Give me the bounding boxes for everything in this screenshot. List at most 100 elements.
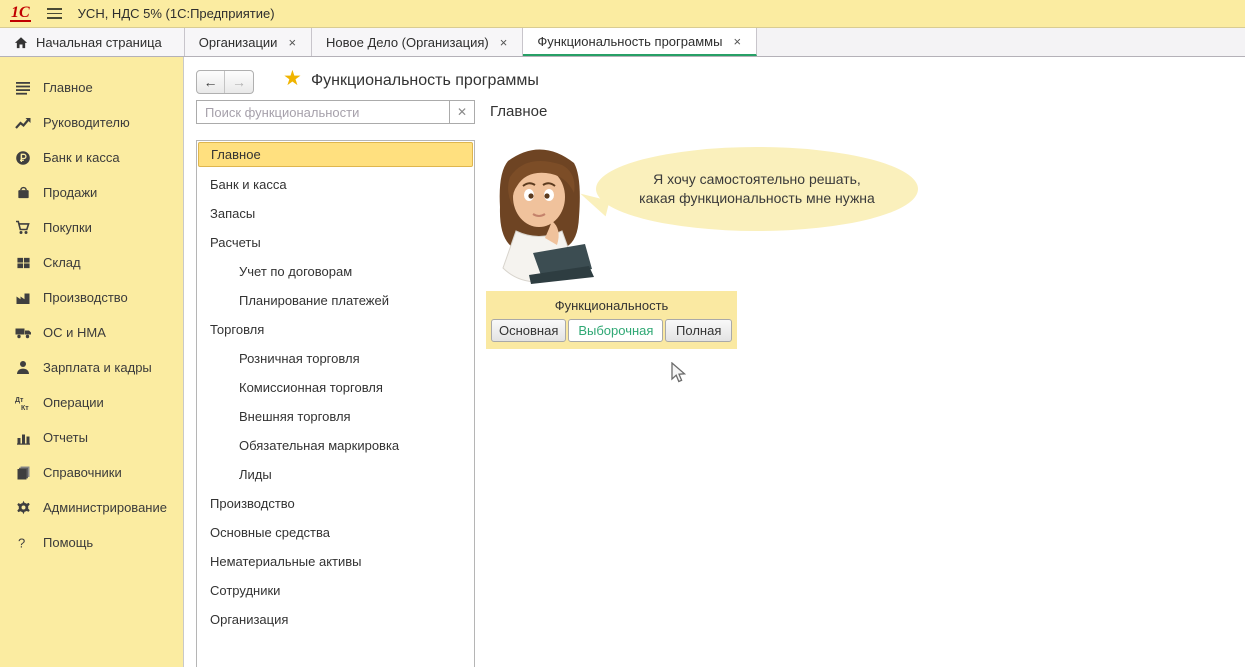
list-item[interactable]: Торговля <box>197 315 474 344</box>
list-item[interactable]: Розничная торговля <box>197 344 474 373</box>
sidebar-item-zarplata-kadry[interactable]: Зарплата и кадры <box>0 350 183 385</box>
trend-up-icon <box>14 115 32 131</box>
sidebar-item-operatsii[interactable]: ДтКт Операции <box>0 385 183 420</box>
sidebar-item-proizvodstvo[interactable]: Производство <box>0 280 183 315</box>
bag-icon <box>14 185 32 201</box>
sidebar-item-administrirovanie[interactable]: Администрирование <box>0 490 183 525</box>
functionality-switch-panel: Функциональность Основная Выборочная Пол… <box>486 291 737 349</box>
person-icon <box>14 360 32 376</box>
list-item[interactable]: Банк и касса <box>197 170 474 199</box>
svg-text:Дт: Дт <box>15 397 24 404</box>
list-item[interactable]: Планирование платежей <box>197 286 474 315</box>
page-title: Функциональность программы <box>311 72 539 90</box>
svg-text:?: ? <box>18 536 25 551</box>
close-icon[interactable]: × <box>499 35 509 50</box>
back-button[interactable]: ← <box>197 71 225 93</box>
section-sidebar: Главное Руководителю Банк и касса Продаж… <box>0 57 184 667</box>
1c-logo: 1С <box>10 5 31 22</box>
sidebar-item-label: ОС и НМА <box>43 325 106 340</box>
basic-functionality-button[interactable]: Основная <box>491 319 566 342</box>
favorite-star-icon[interactable]: ★ <box>283 67 302 91</box>
list-item-label: Организация <box>210 612 288 627</box>
list-item-label: Запасы <box>210 206 255 221</box>
list-item-label: Банк и касса <box>210 177 287 192</box>
main-area: ← → ★ Функциональность программы ✕ Главн… <box>184 57 1245 667</box>
sidebar-item-label: Склад <box>43 255 81 270</box>
functionality-label: Функциональность <box>486 298 737 313</box>
sidebar-item-label: Руководителю <box>43 115 130 130</box>
sidebar-item-pokupki[interactable]: Покупки <box>0 210 183 245</box>
sidebar-item-glavnoe[interactable]: Главное <box>0 70 183 105</box>
list-item-label: Производство <box>210 496 295 511</box>
sidebar-item-rukovoditelyu[interactable]: Руководителю <box>0 105 183 140</box>
tab-organizations[interactable]: Организации × <box>185 28 312 56</box>
tab-label: Организации <box>199 35 278 50</box>
sidebar-item-prodazhi[interactable]: Продажи <box>0 175 183 210</box>
list-item[interactable]: Комиссионная торговля <box>197 373 474 402</box>
search-input[interactable] <box>197 101 449 123</box>
list-item-label: Лиды <box>239 467 272 482</box>
sidebar-item-label: Помощь <box>43 535 93 550</box>
content-heading: Главное <box>490 103 547 120</box>
list-item[interactable]: Основные средства <box>197 518 474 547</box>
debit-credit-icon: ДтКт <box>14 395 32 411</box>
mouse-cursor-icon <box>668 362 688 384</box>
sidebar-item-os-nma[interactable]: ОС и НМА <box>0 315 183 350</box>
tab-new-deal[interactable]: Новое Дело (Организация) × <box>312 28 523 56</box>
functionality-section-list: Главное Банк и касса Запасы Расчеты Учет… <box>196 140 475 667</box>
list-item[interactable]: Главное <box>198 142 473 167</box>
gear-icon <box>14 500 32 516</box>
sidebar-item-label: Зарплата и кадры <box>43 360 152 375</box>
selective-functionality-button[interactable]: Выборочная <box>568 319 663 342</box>
sidebar-item-bank-kassa[interactable]: Банк и касса <box>0 140 183 175</box>
list-item[interactable]: Сотрудники <box>197 576 474 605</box>
sidebar-item-label: Банк и касса <box>43 150 120 165</box>
pallet-icon <box>14 255 32 271</box>
list-item-label: Сотрудники <box>210 583 280 598</box>
tab-home[interactable]: Начальная страница <box>0 28 185 56</box>
full-functionality-button[interactable]: Полная <box>665 319 732 342</box>
ruble-circle-icon <box>14 150 32 166</box>
list-item[interactable]: Организация <box>197 605 474 634</box>
forward-button[interactable]: → <box>225 71 253 93</box>
list-item-label: Розничная торговля <box>239 351 360 366</box>
tab-label: Начальная страница <box>36 35 162 50</box>
speech-bubble: Я хочу самостоятельно решать, какая функ… <box>596 147 918 231</box>
close-icon[interactable]: × <box>287 35 297 50</box>
list-item[interactable]: Обязательная маркировка <box>197 431 474 460</box>
list-item[interactable]: Внешняя торговля <box>197 402 474 431</box>
window-title: УСН, НДС 5% (1С:Предприятие) <box>78 6 275 21</box>
tab-label: Функциональность программы <box>537 34 722 49</box>
list-item-label: Комиссионная торговля <box>239 380 383 395</box>
cart-icon <box>14 220 32 236</box>
main-menu-icon[interactable] <box>45 4 64 23</box>
sidebar-item-otchety[interactable]: Отчеты <box>0 420 183 455</box>
speech-line: какая функциональность мне нужна <box>639 189 875 208</box>
list-item-label: Обязательная маркировка <box>239 438 399 453</box>
list-item-label: Планирование платежей <box>239 293 389 308</box>
sidebar-item-pomosch[interactable]: ? Помощь <box>0 525 183 560</box>
svg-text:Кт: Кт <box>21 405 29 411</box>
list-item[interactable]: Лиды <box>197 460 474 489</box>
list-item[interactable]: Производство <box>197 489 474 518</box>
functionality-buttons: Основная Выборочная Полная <box>486 319 737 342</box>
bar-chart-icon <box>14 430 32 446</box>
sidebar-item-label: Производство <box>43 290 128 305</box>
clear-search-icon[interactable]: ✕ <box>449 101 474 123</box>
list-item[interactable]: Учет по договорам <box>197 257 474 286</box>
tab-bar: Начальная страница Организации × Новое Д… <box>0 28 1245 57</box>
list-item[interactable]: Расчеты <box>197 228 474 257</box>
tab-functionality[interactable]: Функциональность программы × <box>523 28 757 56</box>
list-item[interactable]: Нематериальные активы <box>197 547 474 576</box>
list-item[interactable]: Запасы <box>197 199 474 228</box>
home-icon <box>14 36 28 49</box>
books-icon <box>14 465 32 481</box>
sidebar-item-sklad[interactable]: Склад <box>0 245 183 280</box>
tab-label: Новое Дело (Организация) <box>326 35 489 50</box>
sidebar-item-label: Продажи <box>43 185 97 200</box>
history-nav: ← → <box>196 70 254 94</box>
sidebar-item-spravochniki[interactable]: Справочники <box>0 455 183 490</box>
truck-icon <box>14 325 32 341</box>
close-icon[interactable]: × <box>732 34 742 49</box>
window-titlebar: 1С УСН, НДС 5% (1С:Предприятие) <box>0 0 1245 28</box>
